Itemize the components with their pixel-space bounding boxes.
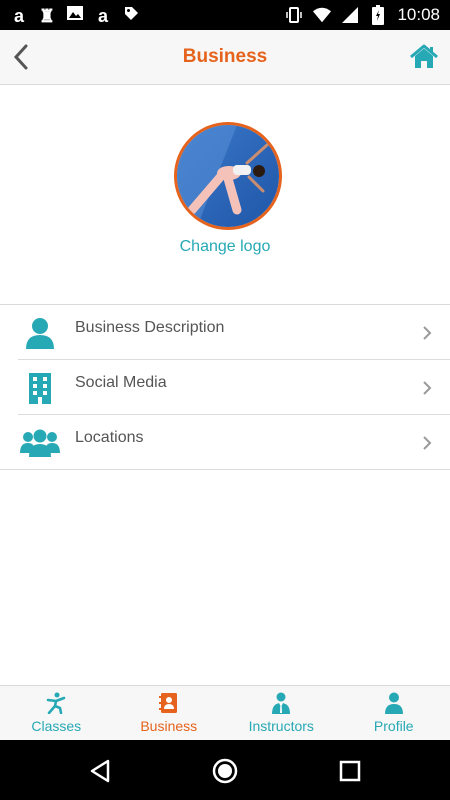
status-bar: a ♜ a 10:08 [0, 0, 450, 30]
clock: 10:08 [397, 5, 440, 24]
signal-icon [341, 5, 359, 25]
business-logo[interactable] [174, 122, 282, 230]
tab-classes[interactable]: Classes [0, 686, 113, 740]
group-icon [20, 426, 60, 460]
instructor-icon [225, 692, 338, 714]
tab-label: Instructors [248, 718, 314, 734]
menu-item-business-description[interactable]: Business Description [0, 305, 450, 360]
person-icon [338, 692, 450, 714]
running-figure-icon [0, 692, 113, 714]
person-icon [20, 316, 60, 350]
tab-label: Profile [373, 718, 414, 734]
menu-item-label: Locations [75, 429, 144, 446]
chess-icon: ♜ [38, 5, 56, 26]
change-logo-link[interactable]: Change logo [0, 238, 450, 256]
recents-square-icon[interactable] [335, 756, 365, 786]
menu-item-label: Social Media [75, 374, 167, 391]
home-button[interactable] [408, 42, 440, 72]
page-title: Business [182, 46, 268, 67]
yoga-photo [177, 125, 279, 227]
app-header: Business [0, 30, 450, 85]
building-icon [20, 371, 60, 405]
business-menu: Business Description Social Media Locati… [0, 304, 450, 470]
menu-item-social-media[interactable]: Social Media [0, 360, 450, 415]
system-nav-bar [0, 740, 450, 800]
tab-profile[interactable]: Profile [338, 686, 450, 740]
chevron-right-icon [420, 379, 434, 397]
contact-book-icon [113, 692, 226, 714]
menu-item-label: Business Description [75, 319, 225, 336]
battery-icon [369, 5, 387, 25]
home-circle-icon[interactable] [210, 756, 240, 786]
image-icon [66, 4, 84, 27]
system-icons: 10:08 [285, 4, 440, 26]
vibrate-icon [285, 5, 303, 25]
amazon-icon: a [13, 5, 24, 26]
wifi-icon [313, 5, 332, 25]
amazon-icon: a [97, 5, 108, 26]
tab-instructors[interactable]: Instructors [225, 686, 338, 740]
home-icon [410, 44, 438, 68]
tab-label: Classes [31, 718, 82, 734]
back-triangle-icon[interactable] [85, 756, 115, 786]
tag-icon [122, 4, 140, 27]
bottom-navigation: Classes Business Instructors Profile [0, 685, 450, 740]
menu-item-locations[interactable]: Locations [0, 415, 450, 470]
notification-icons: a ♜ a [10, 4, 140, 27]
chevron-right-icon [420, 434, 434, 452]
tab-business[interactable]: Business [113, 686, 226, 740]
chevron-right-icon [420, 324, 434, 342]
tab-label: Business [140, 718, 198, 734]
